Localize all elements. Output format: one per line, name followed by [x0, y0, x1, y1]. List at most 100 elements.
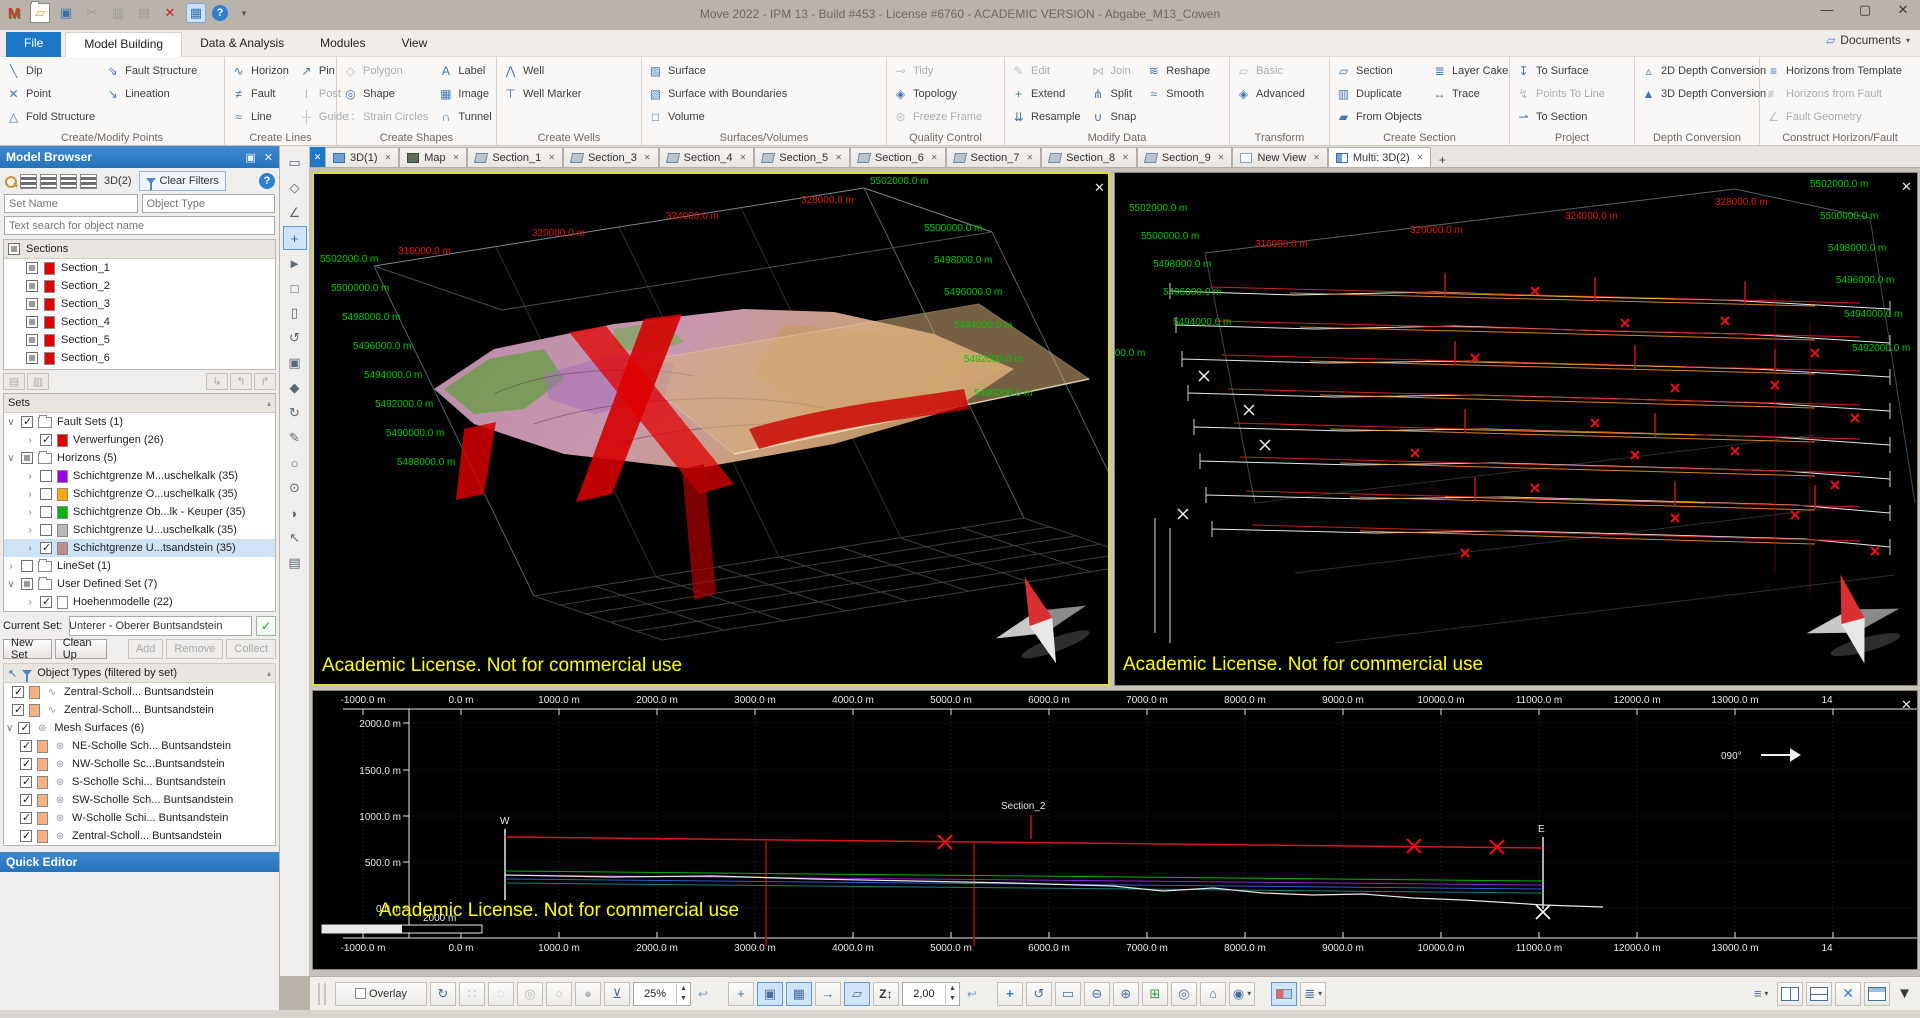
close-tab-icon[interactable]: ✕ — [1313, 153, 1320, 162]
color-swatch[interactable] — [37, 794, 48, 807]
expand-icon[interactable]: › — [25, 543, 35, 554]
home-view-button[interactable]: ⌂ — [1200, 982, 1226, 1006]
expand-icon[interactable]: › — [25, 525, 35, 536]
dip-button[interactable]: ╲Dip — [6, 60, 95, 81]
tree-item-user-defined-set[interactable]: ∨User Defined Set (7) — [4, 575, 275, 593]
sets-header[interactable]: Sets ▴ — [4, 394, 275, 413]
angle-tool-icon[interactable]: ∠ — [283, 201, 307, 225]
tree-item-verwerfungen[interactable]: ›Verwerfungen (26) — [4, 431, 275, 449]
pointer-tool-icon[interactable]: ↖ — [283, 526, 307, 550]
color-swatch[interactable] — [44, 280, 55, 293]
move-up-set-icon[interactable]: ↰ — [230, 373, 252, 390]
single-view-button[interactable] — [1864, 982, 1890, 1006]
split-horizontal-button[interactable] — [1806, 982, 1832, 1006]
object-type-row[interactable]: ⊛S-Scholle Schi... Buntsandstein — [4, 773, 275, 791]
color-swatch[interactable] — [57, 434, 68, 447]
split-button[interactable]: ⋔Split — [1091, 83, 1137, 104]
spin-up-icon[interactable]: ▲ — [677, 984, 690, 994]
close-tab-icon[interactable]: ✕ — [548, 153, 555, 162]
overlay-toggle[interactable]: Overlay — [335, 982, 427, 1006]
close-tab-icon[interactable]: ✕ — [385, 153, 392, 162]
spin-up-icon[interactable]: ▲ — [946, 984, 959, 994]
current-set-combo[interactable]: Unterer - Oberer Buntsandstein — [69, 616, 252, 636]
tunnel-button[interactable]: ∩Tunnel — [438, 106, 491, 127]
circle-tool-icon[interactable]: ○ — [283, 451, 307, 475]
topology-button[interactable]: ◈Topology — [893, 83, 982, 104]
point-button[interactable]: ✕Point — [6, 83, 95, 104]
pick-icon[interactable]: ↖ — [8, 667, 17, 680]
view-mode-2-icon[interactable] — [40, 174, 57, 189]
expand-icon[interactable]: › — [25, 471, 35, 482]
color-swatch[interactable] — [57, 542, 68, 555]
object-type-row[interactable]: ⊛SW-Scholle Sch... Buntsandstein — [4, 791, 275, 809]
snap-button[interactable]: ∪Snap — [1091, 106, 1137, 127]
measure-tool-icon[interactable]: ▭ — [283, 151, 307, 175]
marquee-tool-icon[interactable]: □ — [283, 276, 307, 300]
checkbox[interactable] — [40, 488, 52, 500]
line-button[interactable]: ≈Line — [231, 106, 289, 127]
zoom-in-button[interactable]: ⊕ — [1113, 982, 1139, 1006]
checkbox[interactable] — [40, 470, 52, 482]
expand-icon[interactable]: ∨ — [6, 723, 13, 734]
move-tool-icon[interactable]: + — [283, 226, 307, 250]
checkbox[interactable] — [26, 298, 38, 310]
close-tab-icon[interactable]: ✕ — [740, 153, 747, 162]
spin-down-icon[interactable]: ▼ — [946, 994, 959, 1004]
tab-view[interactable]: View — [383, 32, 445, 57]
color-swatch[interactable] — [37, 812, 48, 825]
color-swatch[interactable] — [37, 758, 48, 771]
pan-view-button[interactable]: + — [997, 982, 1023, 1006]
toolbar-grip[interactable] — [318, 983, 326, 1005]
close-tab-icon[interactable]: ✕ — [931, 153, 938, 162]
checkbox[interactable] — [21, 416, 33, 428]
zoom-out-button[interactable]: ⊖ — [1084, 982, 1110, 1006]
tab-map[interactable]: Map✕ — [399, 147, 467, 167]
expand-icon[interactable]: ∨ — [6, 453, 16, 464]
fault-structure-button[interactable]: ⇘Fault Structure — [105, 60, 197, 81]
expand-icon[interactable]: › — [25, 489, 35, 500]
close-tab-icon[interactable]: ✕ — [644, 153, 651, 162]
checkbox[interactable] — [12, 704, 24, 716]
checkbox[interactable] — [12, 686, 24, 698]
tree-item-horizon[interactable]: ›Schichtgrenze Ob...lk - Keuper (35) — [4, 503, 275, 521]
well-log-button[interactable]: ≣▾ — [1300, 982, 1326, 1006]
fault-button[interactable]: ≠Fault — [231, 83, 289, 104]
2d-depth-conversion-button[interactable]: ▵2D Depth Conversion — [1641, 60, 1766, 81]
clean-up-button[interactable]: Clean Up — [55, 639, 107, 659]
expand-icon[interactable]: ∨ — [6, 579, 16, 590]
tree-item-horizon[interactable]: ›Schichtgrenze M...uschelkalk (35) — [4, 467, 275, 485]
color-swatch[interactable] — [37, 740, 48, 753]
maximize-button[interactable]: ▢ — [1854, 2, 1876, 18]
tree-item-lineset[interactable]: ›LineSet (1) — [4, 557, 275, 575]
checkbox[interactable] — [20, 794, 32, 806]
column-tool-icon[interactable]: ▯ — [283, 301, 307, 325]
object-type-row[interactable]: ∿Zentral-Scholl... Buntsandstein — [4, 701, 275, 719]
section-2d-view[interactable]: -1000.0 m 0.0 m 1000.0 m 2000.0 m 3000.0… — [312, 690, 1918, 970]
tab-section-6[interactable]: Section_6✕ — [850, 147, 946, 167]
checkbox[interactable] — [40, 524, 52, 536]
checkbox[interactable] — [26, 280, 38, 292]
tab-modules[interactable]: Modules — [302, 32, 383, 57]
color-swatch[interactable] — [44, 334, 55, 347]
tab-section-9[interactable]: Section_9✕ — [1137, 147, 1233, 167]
section-list-item[interactable]: Section_4 — [4, 313, 275, 331]
3d-depth-conversion-button[interactable]: ▲3D Depth Conversion — [1641, 83, 1766, 104]
view-mode-3-icon[interactable] — [60, 174, 77, 189]
object-type-group-mesh-surfaces[interactable]: ∨⊛Mesh Surfaces (6) — [4, 719, 275, 737]
tab-new-view[interactable]: New View✕ — [1232, 147, 1327, 167]
move-into-set-icon[interactable]: ↳ — [206, 373, 228, 390]
checkbox[interactable] — [20, 830, 32, 842]
rotate-tool-icon[interactable]: ↺ — [283, 326, 307, 350]
apply-set-button[interactable]: ✓ — [256, 616, 276, 636]
checkbox[interactable] — [20, 812, 32, 824]
close-button[interactable]: ✕ — [1892, 2, 1914, 18]
object-types-header[interactable]: ↖ Object Types (filtered by set) ▴ — [3, 663, 276, 683]
object-type-row[interactable]: ⊛NE-Scholle Sch... Buntsandstein — [4, 737, 275, 755]
section-list-item[interactable]: Section_3 — [4, 295, 275, 313]
image-button[interactable]: ▦Image — [438, 83, 491, 104]
close-tab-icon[interactable]: ✕ — [1218, 153, 1225, 162]
horizon-button[interactable]: ∿Horizon — [231, 60, 289, 81]
collapse-icon[interactable]: ▴ — [267, 669, 271, 678]
sections-list-header[interactable]: Sections — [4, 240, 275, 259]
clear-filters-button[interactable]: Clear Filters — [139, 171, 226, 191]
